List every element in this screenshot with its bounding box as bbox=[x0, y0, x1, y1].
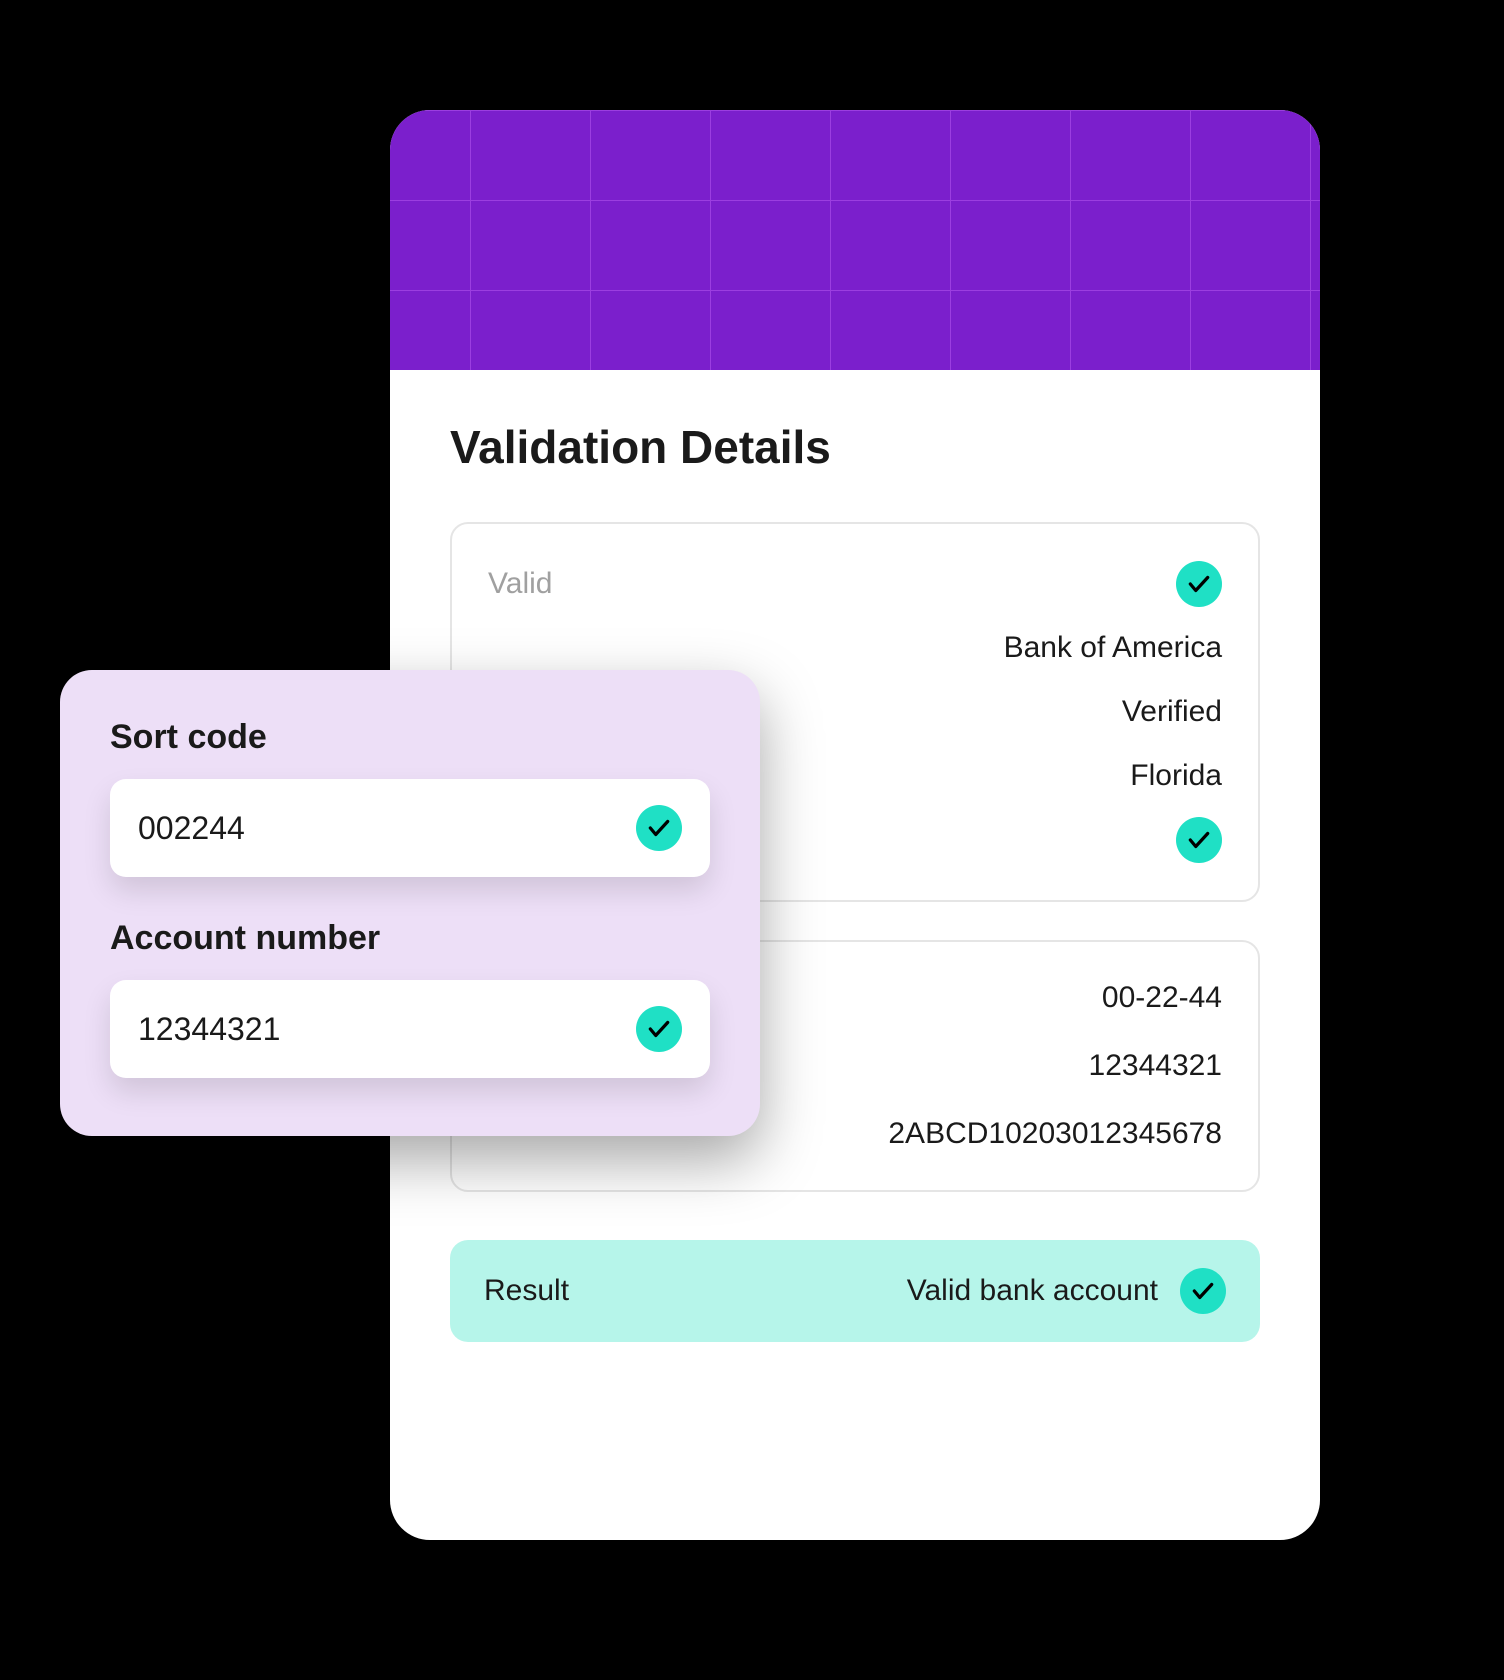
bank-value: Bank of America bbox=[1004, 631, 1222, 665]
sort-code-display: 00-22-44 bbox=[1102, 981, 1222, 1015]
card-title: Validation Details bbox=[450, 420, 1260, 474]
result-text: Valid bank account bbox=[907, 1274, 1158, 1308]
check-icon bbox=[636, 805, 682, 851]
decorative-grid-header bbox=[390, 110, 1320, 370]
sort-code-label: Sort code bbox=[110, 718, 710, 757]
check-icon bbox=[636, 1006, 682, 1052]
input-overlay-card: Sort code Account number bbox=[60, 670, 760, 1136]
sort-code-input-row[interactable] bbox=[110, 779, 710, 877]
location-value: Florida bbox=[1130, 759, 1222, 793]
check-icon bbox=[1176, 817, 1222, 863]
valid-label: Valid bbox=[488, 567, 552, 601]
account-number-label: Account number bbox=[110, 919, 710, 958]
status-value: Verified bbox=[1122, 695, 1222, 729]
result-bar: Result Valid bank account bbox=[450, 1240, 1260, 1342]
iban-display-fragment: 2ABCD10203012345678 bbox=[888, 1117, 1222, 1151]
account-number-input[interactable] bbox=[138, 1011, 636, 1048]
valid-row: Valid bbox=[488, 552, 1222, 616]
account-number-display: 12344321 bbox=[1089, 1049, 1222, 1083]
check-icon bbox=[1176, 561, 1222, 607]
account-number-input-row[interactable] bbox=[110, 980, 710, 1078]
check-icon bbox=[1180, 1268, 1226, 1314]
result-label: Result bbox=[484, 1274, 569, 1308]
sort-code-input[interactable] bbox=[138, 810, 636, 847]
